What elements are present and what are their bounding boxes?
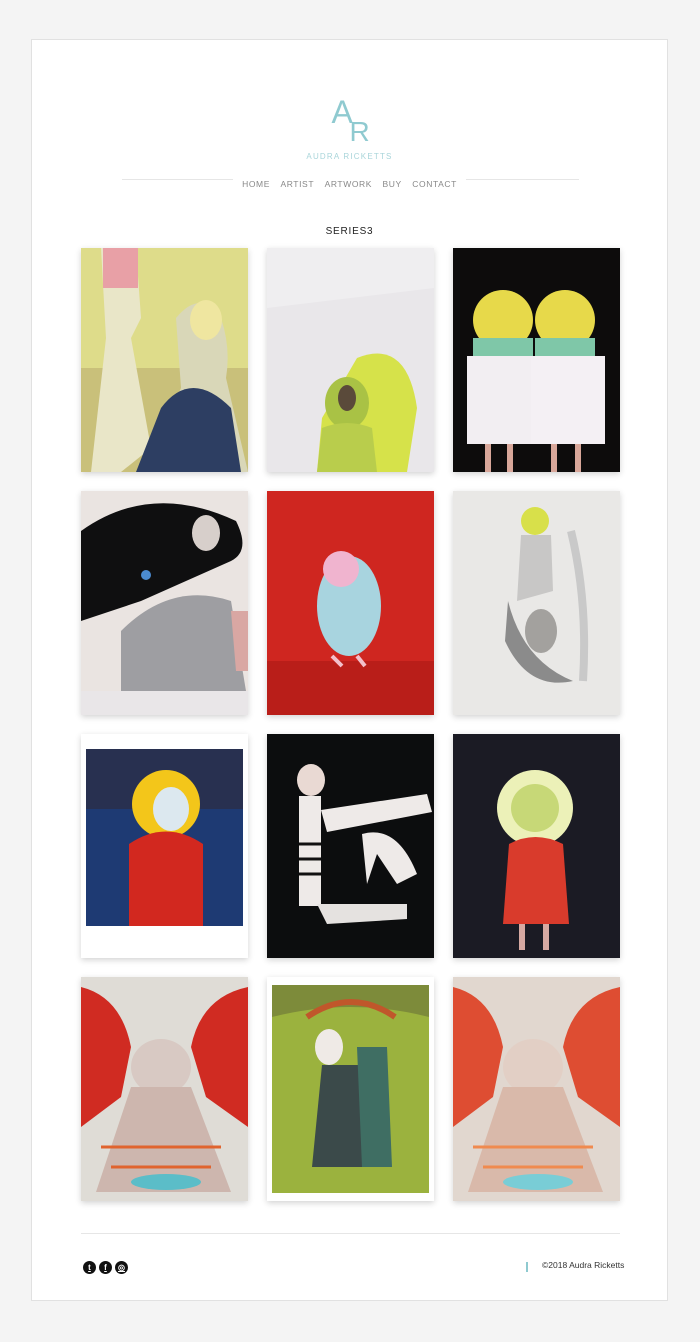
artwork-8[interactable]: [267, 734, 434, 958]
artwork-3[interactable]: [453, 248, 620, 472]
page-title: SERIES3: [325, 226, 374, 237]
main-nav: HOME ARTIST ARTWORK BUY CONTACT: [32, 174, 667, 192]
artwork-12[interactable]: [453, 977, 620, 1201]
social-links: t f ◎: [83, 1261, 128, 1274]
nav-contact[interactable]: CONTACT: [412, 179, 457, 189]
nav-artwork[interactable]: ARTWORK: [325, 179, 373, 189]
nav-home[interactable]: HOME: [242, 179, 270, 189]
copyright-text: ©2018 Audra Ricketts: [542, 1260, 625, 1270]
site-name[interactable]: AUDRA RICKETTS: [32, 152, 667, 161]
footer-divider: [81, 1233, 620, 1234]
artwork-5[interactable]: [267, 491, 434, 715]
logo-letter-r: R: [349, 116, 370, 147]
logo[interactable]: A R: [32, 96, 667, 153]
logo-mark[interactable]: A R: [330, 96, 370, 148]
nav-artist[interactable]: ARTIST: [280, 179, 314, 189]
artwork-7[interactable]: [81, 734, 248, 958]
instagram-icon[interactable]: ◎: [115, 1261, 128, 1274]
artwork-11[interactable]: [267, 977, 434, 1201]
artwork-1[interactable]: [81, 248, 248, 472]
facebook-icon[interactable]: f: [99, 1261, 112, 1274]
artwork-10[interactable]: [81, 977, 248, 1201]
artwork-4[interactable]: [81, 491, 248, 715]
nav-buy[interactable]: BUY: [383, 179, 402, 189]
artwork-9[interactable]: [453, 734, 620, 958]
page-frame: A R AUDRA RICKETTS HOME ARTIST ARTWORK B…: [31, 39, 668, 1301]
twitter-icon[interactable]: t: [83, 1261, 96, 1274]
artwork-6[interactable]: [453, 491, 620, 715]
artwork-2[interactable]: [267, 248, 434, 472]
footer-accent-bar: [526, 1262, 528, 1272]
